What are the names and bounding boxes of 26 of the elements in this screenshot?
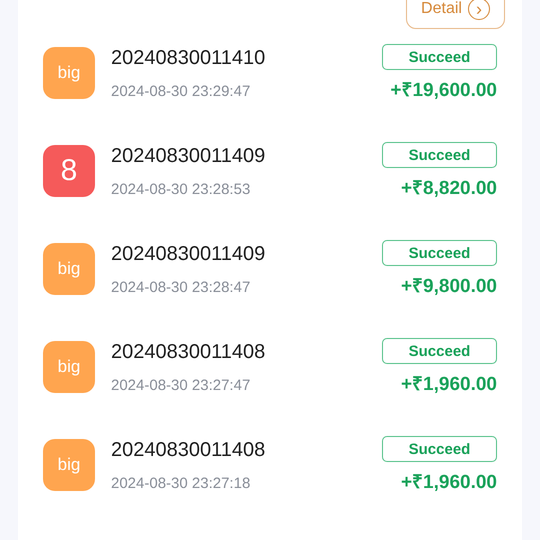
- amount-text: +₹1,960.00: [400, 471, 497, 494]
- status-tag: Succeed: [382, 436, 497, 462]
- detail-button[interactable]: Detail ›: [406, 0, 505, 29]
- result-badge: big: [43, 439, 95, 491]
- amount-text: +₹9,800.00: [400, 275, 497, 298]
- amount-text: +₹19,600.00: [390, 79, 497, 102]
- result-badge: big: [43, 47, 95, 99]
- order-time: 2024-08-30 23:27:47: [111, 376, 252, 394]
- order-time: 2024-08-30 23:29:47: [111, 82, 252, 100]
- status-tag: Succeed: [382, 142, 497, 168]
- result-badge: 8: [43, 145, 95, 197]
- status-tag: Succeed: [382, 338, 497, 364]
- amount-text: +₹1,960.00: [400, 373, 497, 396]
- order-number: 20240830011408: [111, 438, 266, 462]
- order-time: 2024-08-30 23:28:47: [111, 278, 252, 296]
- order-number: 20240830011408: [111, 340, 266, 364]
- order-number: 20240830011409: [111, 242, 266, 266]
- status-tag: Succeed: [382, 240, 497, 266]
- status-tag: Succeed: [382, 44, 497, 70]
- result-badge: big: [43, 243, 95, 295]
- order-number: 20240830011410: [111, 46, 266, 70]
- order-number: 20240830011409: [111, 144, 266, 168]
- order-time: 2024-08-30 23:27:18: [111, 474, 252, 492]
- amount-text: +₹8,820.00: [400, 177, 497, 200]
- result-badge: big: [43, 341, 95, 393]
- order-time: 2024-08-30 23:28:53: [111, 180, 252, 198]
